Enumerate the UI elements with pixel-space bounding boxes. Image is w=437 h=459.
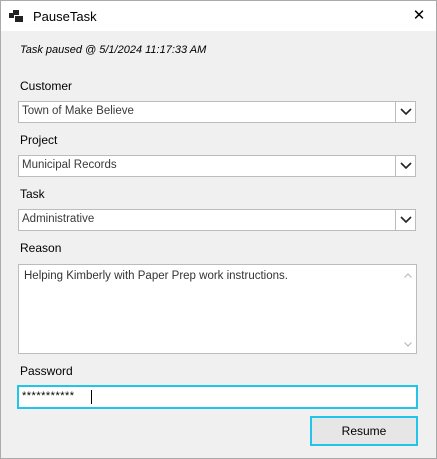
project-value: Municipal Records bbox=[22, 159, 117, 171]
customer-value: Town of Make Believe bbox=[22, 105, 134, 117]
customer-dropdown-button[interactable] bbox=[395, 102, 415, 122]
window-title: PauseTask bbox=[33, 9, 97, 24]
reason-text: Helping Kimberly with Paper Prep work in… bbox=[24, 270, 288, 282]
scroll-down-icon[interactable] bbox=[404, 342, 412, 347]
password-value: *********** bbox=[22, 390, 75, 402]
chevron-down-icon bbox=[400, 216, 412, 224]
reason-scrollbar[interactable] bbox=[400, 265, 416, 353]
customer-select[interactable]: Town of Make Believe bbox=[18, 101, 416, 123]
task-label: Task bbox=[20, 187, 45, 201]
customer-label: Customer bbox=[20, 79, 73, 93]
password-field[interactable]: *********** bbox=[17, 385, 418, 409]
pause-task-window: PauseTask ✕ Task paused @ 5/1/2024 11:17… bbox=[0, 0, 437, 459]
app-icon bbox=[9, 10, 23, 22]
password-label: Password bbox=[20, 364, 73, 378]
project-dropdown-button[interactable] bbox=[395, 156, 415, 176]
chevron-down-icon bbox=[400, 162, 412, 170]
project-select[interactable]: Municipal Records bbox=[18, 155, 416, 177]
chevron-down-icon bbox=[400, 108, 412, 116]
reason-textarea[interactable]: Helping Kimberly with Paper Prep work in… bbox=[18, 264, 417, 354]
task-dropdown-button[interactable] bbox=[395, 210, 415, 230]
task-select[interactable]: Administrative bbox=[18, 209, 416, 231]
reason-label: Reason bbox=[20, 241, 62, 255]
close-icon[interactable]: ✕ bbox=[409, 6, 429, 26]
text-caret bbox=[91, 390, 92, 404]
title-bar[interactable]: PauseTask ✕ bbox=[1, 1, 436, 31]
task-value: Administrative bbox=[22, 213, 95, 225]
scroll-up-icon[interactable] bbox=[404, 273, 412, 278]
resume-button[interactable]: Resume bbox=[310, 416, 418, 446]
pause-status-text: Task paused @ 5/1/2024 11:17:33 AM bbox=[20, 44, 207, 56]
project-label: Project bbox=[20, 133, 58, 147]
